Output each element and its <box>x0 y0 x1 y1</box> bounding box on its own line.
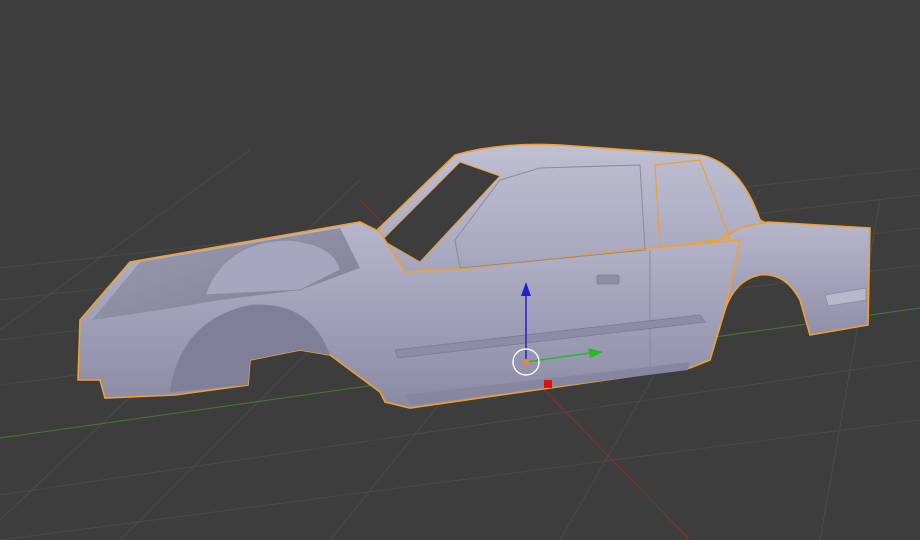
object-origin-icon <box>523 359 529 365</box>
3d-viewport[interactable] <box>0 0 920 540</box>
x-axis-handle-icon[interactable] <box>544 380 552 388</box>
car-body-mesh[interactable] <box>77 143 871 409</box>
viewport-scene[interactable] <box>0 0 920 540</box>
